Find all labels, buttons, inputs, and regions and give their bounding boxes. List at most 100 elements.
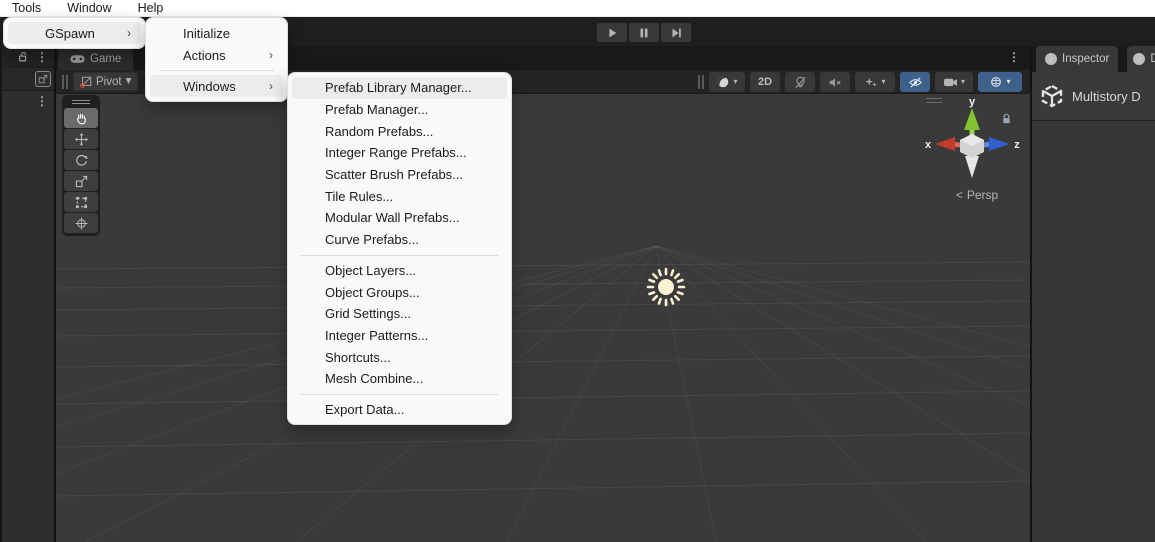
menu-item-gspawn[interactable]: GSpawn › <box>8 22 141 44</box>
persp-chevron-icon: < <box>955 188 963 202</box>
step-button[interactable] <box>661 23 691 42</box>
tab-inspector-2-label: D <box>1150 53 1155 65</box>
info-icon: i <box>1045 53 1057 65</box>
menu-item-integer-range-prefabs[interactable]: Integer Range Prefabs... <box>292 142 507 164</box>
inspected-object-name: Multistory D <box>1072 88 1141 104</box>
panel-menu-icon[interactable]: ⋮ <box>36 51 48 63</box>
transform-tool-button[interactable] <box>64 213 98 233</box>
axis-z-label: z <box>1014 139 1020 151</box>
pivot-dropdown[interactable]: Pivot ▾ <box>73 72 139 91</box>
projection-label[interactable]: < Persp <box>932 188 1022 202</box>
axis-y-label: y <box>969 96 976 108</box>
menu-item-actions[interactable]: Actions › <box>150 44 283 66</box>
prefab-cube-icon <box>1041 84 1063 108</box>
overlay-drag-handle-2[interactable] <box>698 75 704 89</box>
tab-inspector[interactable]: i Inspector <box>1036 46 1119 72</box>
scale-tool-button[interactable] <box>64 171 98 191</box>
left-panel-row2: ⋮ <box>2 91 54 111</box>
overlay-drag-handle[interactable] <box>62 74 68 89</box>
menu-item-object-groups[interactable]: Object Groups... <box>292 281 507 303</box>
menu-item-shortcuts[interactable]: Shortcuts... <box>292 346 507 368</box>
tab-game[interactable]: Game <box>58 48 134 70</box>
shading-mode-dropdown[interactable]: ▾ <box>709 72 745 92</box>
move-tool-button[interactable] <box>64 129 98 149</box>
menu-separator <box>159 70 274 71</box>
menu-item-scatter-brush-prefabs[interactable]: Scatter Brush Prefabs... <box>292 164 507 186</box>
tab-game-label: Game <box>90 53 122 65</box>
rotate-icon <box>75 154 87 166</box>
menu-item-modular-wall-prefabs[interactable]: Modular Wall Prefabs... <box>292 207 507 229</box>
left-panel-edge: ⋮ ⋮ <box>0 46 54 542</box>
2d-label: 2D <box>757 76 773 88</box>
menu-item-integer-patterns[interactable]: Integer Patterns... <box>292 325 507 347</box>
maximize-icon[interactable] <box>35 71 51 87</box>
inspector-object-header: Multistory D <box>1032 72 1155 120</box>
submenu-arrow-icon: › <box>269 48 273 62</box>
orientation-gizmo[interactable]: y x z <box>922 96 1022 196</box>
transform-icon <box>74 216 88 230</box>
scene-view-panel: Game ⋮ Pivot ▾ ▾ 2D ▾ ▾ ▾ y x z < Persp <box>56 46 1030 542</box>
menubar-item-window[interactable]: Window <box>67 1 111 15</box>
scene-panel-menu-icon[interactable]: ⋮ <box>1008 51 1020 63</box>
hand-icon <box>76 113 86 124</box>
perspective-grid <box>56 245 1030 542</box>
eye-slash-icon <box>908 76 922 88</box>
menu-item-random-prefabs[interactable]: Random Prefabs... <box>292 120 507 142</box>
menubar-item-tools[interactable]: Tools <box>12 1 41 15</box>
windows-submenu-popup: Prefab Library Manager... Prefab Manager… <box>287 72 512 426</box>
directional-light-gizmo[interactable] <box>646 267 686 312</box>
menu-item-grid-settings[interactable]: Grid Settings... <box>292 303 507 325</box>
tools-overlay-handle[interactable] <box>64 97 98 107</box>
left-panel-header: ⋮ <box>2 46 54 67</box>
shaded-sphere-icon <box>718 76 729 88</box>
gizmo-lock-icon[interactable] <box>1001 112 1012 130</box>
axis-gizmo-icon: y x z <box>925 96 1020 178</box>
menu-separator <box>301 393 498 395</box>
menu-item-tile-rules[interactable]: Tile Rules... <box>292 185 507 207</box>
scene-viewport[interactable]: y x z < Persp <box>56 94 1030 542</box>
tab-inspector-2[interactable]: i D <box>1127 46 1155 72</box>
play-controls <box>597 23 691 42</box>
menu-item-object-layers[interactable]: Object Layers... <box>292 260 507 282</box>
tools-menu-popup: GSpawn › <box>3 17 146 49</box>
scene-lighting-toggle[interactable] <box>785 72 815 92</box>
menu-item-initialize[interactable]: Initialize <box>150 22 283 44</box>
gizmos-dropdown[interactable]: ▾ <box>978 72 1022 92</box>
menu-item-prefab-manager[interactable]: Prefab Manager... <box>292 99 507 121</box>
pivot-label: Pivot <box>96 75 122 88</box>
unity-editor-window: Tools Window Help ⋮ ⋮ Game ⋮ Pivot ▾ ▾ 2… <box>0 0 1155 542</box>
play-button[interactable] <box>597 23 627 42</box>
gspawn-submenu-popup: Initialize Actions › Windows › <box>145 17 288 102</box>
sun-icon <box>646 267 686 307</box>
menu-item-windows[interactable]: Windows › <box>150 75 283 97</box>
rect-tool-button[interactable] <box>64 192 98 212</box>
inspector-separator <box>1032 120 1155 121</box>
audio-mute-toggle[interactable] <box>820 72 850 92</box>
play-icon <box>609 28 617 37</box>
panel-menu-icon-2[interactable]: ⋮ <box>36 95 48 107</box>
menu-item-curve-prefabs[interactable]: Curve Prefabs... <box>292 229 507 251</box>
tab-inspector-label: Inspector <box>1062 53 1110 65</box>
submenu-arrow-icon: › <box>127 26 131 40</box>
speaker-muted-icon <box>829 77 841 87</box>
menu-item-mesh-combine[interactable]: Mesh Combine... <box>292 368 507 390</box>
pause-button[interactable] <box>629 23 659 42</box>
unlock-icon[interactable] <box>17 51 29 63</box>
tools-overlay <box>62 95 100 236</box>
camera-dropdown[interactable]: ▾ <box>935 72 973 92</box>
hand-tool-button[interactable] <box>64 108 98 128</box>
menu-item-export-data[interactable]: Export Data... <box>292 399 507 421</box>
menubar-item-help[interactable]: Help <box>138 1 164 15</box>
gizmo-globe-icon <box>991 77 1002 87</box>
scene-visibility-toggle[interactable] <box>900 72 930 92</box>
2d-toggle[interactable]: 2D <box>750 72 780 92</box>
submenu-arrow-icon: › <box>269 79 273 93</box>
menu-item-prefab-library-manager[interactable]: Prefab Library Manager... <box>292 77 507 99</box>
move-icon <box>74 132 88 146</box>
expand-arrow-icon <box>38 74 48 84</box>
effects-dropdown[interactable]: ▾ <box>855 72 895 92</box>
rotate-tool-button[interactable] <box>64 150 98 170</box>
chevron-down-icon: ▾ <box>733 77 738 86</box>
gamepad-icon <box>70 55 85 63</box>
step-icon <box>672 28 681 37</box>
